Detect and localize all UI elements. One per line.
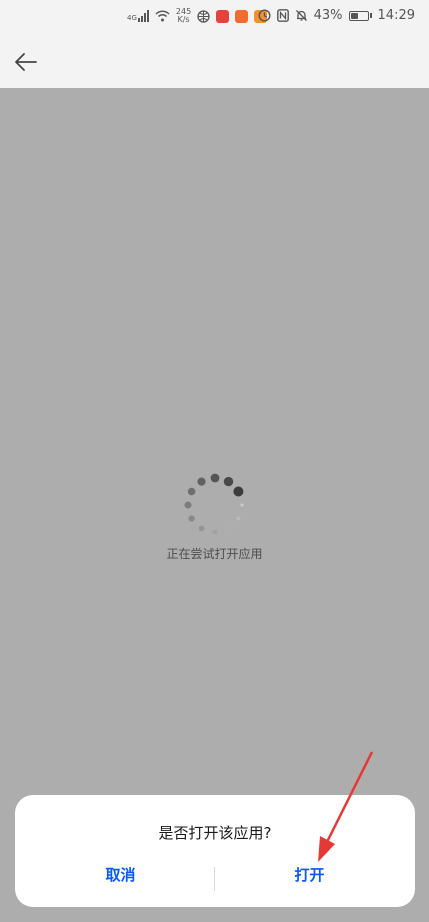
alarm-icon <box>258 9 271 22</box>
network-indicator: 4G <box>127 10 149 22</box>
cancel-button[interactable]: 取消 <box>21 855 220 895</box>
back-button[interactable] <box>10 48 42 76</box>
speed-unit: K/s <box>177 15 190 24</box>
signal-icon <box>137 10 149 22</box>
battery-icon <box>348 10 372 21</box>
globe-icon <box>197 9 210 23</box>
wifi-icon <box>155 10 170 22</box>
mute-bell-icon <box>295 10 307 21</box>
loading-text: 正在尝试打开应用 <box>166 547 263 561</box>
status-left: 4G 245 K/s <box>127 8 268 24</box>
app-notification-icon <box>216 9 230 23</box>
annotation-arrow-icon <box>318 751 374 862</box>
app-notification-icon <box>235 9 249 23</box>
clock-time: 14:29 <box>377 8 415 23</box>
nfc-icon <box>276 9 289 22</box>
dialog-title: 是否打开该应用? <box>158 824 272 842</box>
network-type-label: 4G <box>127 14 137 22</box>
loading-spinner-icon <box>184 473 244 535</box>
network-speed: 245 K/s <box>176 8 191 24</box>
open-button[interactable]: 打开 <box>210 855 409 895</box>
status-right: 43% 14:29 <box>258 8 415 23</box>
arrow-left-icon <box>15 53 37 71</box>
app-header <box>0 36 429 88</box>
status-bar: 4G 245 K/s 43% 14:29 <box>0 0 429 36</box>
open-app-dialog: 是否打开该应用? 取消 打开 <box>15 795 415 907</box>
battery-percent: 43% <box>313 8 343 23</box>
